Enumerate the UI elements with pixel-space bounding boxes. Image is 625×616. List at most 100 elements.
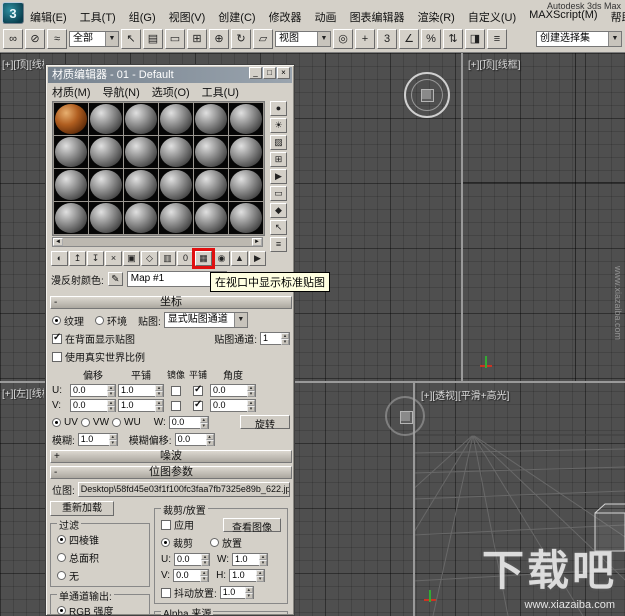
material-sample-slot[interactable]: [124, 103, 158, 135]
rollout-header-coordinates[interactable]: - 坐标: [50, 296, 292, 309]
v-angle-spinner[interactable]: 0.0 ▴ ▾: [210, 399, 256, 412]
apply-checkbox[interactable]: [161, 519, 171, 530]
material-sample-slot[interactable]: [159, 202, 193, 234]
rotate-button[interactable]: 旋转: [240, 415, 290, 431]
menu-animation[interactable]: 动画: [315, 9, 337, 24]
uv-radio[interactable]: [52, 417, 61, 427]
me-menu-options[interactable]: 选项(O): [152, 84, 190, 100]
put-material-to-scene-icon[interactable]: ↥: [69, 251, 86, 266]
put-to-library-icon[interactable]: ▥: [159, 251, 176, 266]
spinner-arrows[interactable]: ▴ ▾: [155, 385, 163, 397]
sample-type-icon[interactable]: ●: [270, 101, 287, 116]
spinner-arrows[interactable]: ▴ ▾: [247, 385, 255, 397]
filter-summed-area-radio[interactable]: [57, 553, 66, 562]
spinner-arrows[interactable]: ▴ ▾: [247, 400, 255, 412]
viewport-splitter-vertical-top[interactable]: [461, 53, 463, 381]
make-preview-icon[interactable]: ▭: [270, 186, 287, 201]
menu-graph-editors[interactable]: 图表编辑器: [350, 9, 405, 24]
mirror-icon[interactable]: ◨: [465, 29, 485, 49]
blur-offset-spinner[interactable]: 0.0 ▴ ▾: [174, 433, 215, 446]
background-icon[interactable]: ▨: [270, 135, 287, 150]
unlink-selection-icon[interactable]: ⊘: [25, 29, 45, 49]
me-menu-navigation[interactable]: 导航(N): [103, 84, 140, 100]
spinner-arrows[interactable]: ▴ ▾: [199, 416, 208, 429]
menu-edit[interactable]: 编辑(E): [30, 9, 67, 24]
view-image-button[interactable]: 查看图像: [223, 517, 281, 534]
spinner-arrows[interactable]: ▴ ▾: [244, 587, 253, 599]
window-crossing-icon[interactable]: ⊞: [187, 29, 207, 49]
mapping-dropdown[interactable]: 显式贴图通道 ▼: [163, 312, 248, 328]
material-sample-slot[interactable]: [54, 202, 88, 234]
spinner-arrows[interactable]: ▴ ▾: [259, 554, 268, 566]
close-button[interactable]: ×: [277, 67, 290, 79]
material-sample-slot[interactable]: [159, 169, 193, 201]
select-by-material-icon[interactable]: ↖: [270, 220, 287, 235]
filter-none-radio[interactable]: [57, 571, 66, 580]
material-id-channel-icon[interactable]: 0: [177, 251, 194, 266]
material-sample-slot[interactable]: [229, 136, 263, 168]
material-sample-slot[interactable]: [229, 202, 263, 234]
video-color-check-icon[interactable]: ▶: [270, 169, 287, 184]
rect-selection-region-icon[interactable]: ▭: [165, 29, 185, 49]
selection-filter-dropdown[interactable]: 全部 ▼: [69, 31, 119, 47]
use-pivot-center-icon[interactable]: ◎: [333, 29, 353, 49]
spinner-arrows[interactable]: ▴ ▾: [107, 385, 115, 397]
menu-modifiers[interactable]: 修改器: [269, 9, 302, 24]
u-tiling-spinner[interactable]: 1.0 ▴ ▾: [118, 384, 164, 397]
material-sample-slot[interactable]: [159, 136, 193, 168]
jitter-checkbox[interactable]: [161, 587, 171, 598]
scroll-right-icon[interactable]: ►: [252, 238, 262, 246]
me-menu-utilities[interactable]: 工具(U): [202, 84, 239, 100]
crop-v-spinner[interactable]: 0.0 ▴ ▾: [173, 569, 210, 582]
make-material-copy-icon[interactable]: ▣: [123, 251, 140, 266]
spinner-arrows[interactable]: ▴ ▾: [200, 570, 209, 582]
material-sample-slot[interactable]: [89, 169, 123, 201]
get-material-icon[interactable]: ◐: [51, 251, 68, 266]
go-to-parent-icon[interactable]: ▲: [231, 251, 248, 266]
select-and-scale-icon[interactable]: ▱: [253, 29, 273, 49]
w-angle-spinner[interactable]: 0.0 ▴ ▾: [168, 415, 209, 429]
map-channel-spinner[interactable]: 1 ▴ ▾: [260, 332, 290, 345]
spinner-arrows[interactable]: ▴ ▾: [281, 333, 289, 345]
u-mirror-checkbox[interactable]: [171, 385, 181, 396]
options-icon[interactable]: ◆: [270, 203, 287, 218]
named-selection-sets-dropdown[interactable]: 创建选择集 ▼: [536, 31, 622, 47]
crop-radio[interactable]: [161, 538, 170, 547]
go-to-sibling-icon[interactable]: ▶: [249, 251, 266, 266]
show-end-result-icon[interactable]: ◉: [213, 251, 230, 266]
select-and-rotate-icon[interactable]: ↻: [231, 29, 251, 49]
menu-tools[interactable]: 工具(T): [80, 9, 116, 24]
menu-rendering[interactable]: 渲染(R): [418, 9, 455, 24]
real-world-checkbox[interactable]: [52, 351, 62, 362]
material-sample-slot[interactable]: [124, 169, 158, 201]
material-sample-slot[interactable]: [89, 202, 123, 234]
material-sample-slot[interactable]: [194, 136, 228, 168]
3ds-max-logo-icon[interactable]: 3: [2, 2, 24, 24]
select-by-name-icon[interactable]: ▤: [143, 29, 163, 49]
backlight-icon[interactable]: ☀: [270, 118, 287, 133]
v-offset-spinner[interactable]: 0.0 ▴ ▾: [70, 399, 116, 412]
u-offset-spinner[interactable]: 0.0 ▴ ▾: [70, 384, 116, 397]
jitter-spinner[interactable]: 1.0 ▴ ▾: [219, 586, 254, 599]
select-and-move-icon[interactable]: ⊕: [209, 29, 229, 49]
material-sample-slot[interactable]: [229, 169, 263, 201]
make-unique-icon[interactable]: ◇: [141, 251, 158, 266]
material-sample-slot[interactable]: [89, 103, 123, 135]
v-tile-checkbox[interactable]: [193, 399, 203, 411]
spinner-arrows[interactable]: ▴ ▾: [205, 434, 214, 446]
rollout-header-bitmap-params[interactable]: - 位图参数: [50, 466, 292, 479]
blur-spinner[interactable]: 1.0 ▴ ▾: [77, 433, 118, 446]
rollout-header-noise[interactable]: + 噪波: [50, 450, 292, 463]
crop-h-spinner[interactable]: 1.0 ▴ ▾: [229, 569, 266, 582]
wu-radio[interactable]: [112, 417, 122, 427]
select-object-icon[interactable]: ↖: [121, 29, 141, 49]
spinner-arrows[interactable]: ▴ ▾: [108, 434, 117, 446]
viewport-label-top-right[interactable]: [+][顶][线框]: [468, 56, 521, 71]
material-sample-slot[interactable]: [54, 103, 88, 135]
material-sample-slot[interactable]: [229, 103, 263, 135]
show-on-back-checkbox[interactable]: [52, 332, 62, 344]
vw-radio[interactable]: [80, 417, 90, 427]
material-sample-slot[interactable]: [194, 103, 228, 135]
slot-scrollbar[interactable]: ◄ ►: [52, 237, 263, 247]
percent-snap-icon[interactable]: %: [421, 29, 441, 49]
